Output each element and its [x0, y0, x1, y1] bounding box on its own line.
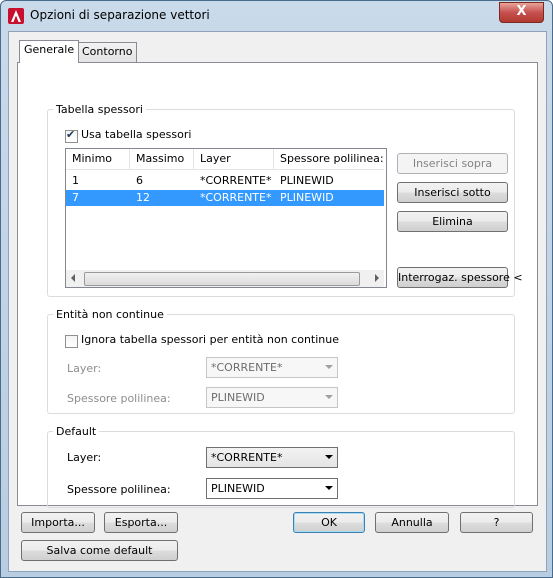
cancel-button[interactable]: Annulla: [375, 512, 449, 533]
column-header-spessore[interactable]: Spessore polilinea:: [274, 149, 384, 169]
chevron-down-icon: [325, 455, 333, 459]
save-as-default-button[interactable]: Salva come default: [21, 540, 178, 561]
import-button[interactable]: Importa...: [21, 512, 95, 533]
cell-minimo: 7: [72, 191, 79, 204]
default-group-title: Default: [56, 425, 97, 438]
table-row-selected[interactable]: 7 12 *CORRENTE* PLINEWID: [66, 190, 384, 206]
scrollbar-thumb[interactable]: [84, 272, 360, 286]
column-header-massimo[interactable]: Massimo: [130, 149, 194, 169]
column-header-layer[interactable]: Layer: [194, 149, 274, 169]
use-weights-table-checkbox[interactable]: [65, 128, 78, 143]
default-layer-value: *CORRENTE*: [211, 451, 283, 464]
noncontinuous-layer-combo[interactable]: *CORRENTE*: [206, 357, 338, 378]
title-bar[interactable]: Opzioni di separazione vettori X: [1, 1, 552, 31]
default-layer-dropdown[interactable]: *CORRENTE*: [206, 447, 338, 468]
default-width-combo[interactable]: PLINEWID: [206, 478, 338, 499]
insert-below-button[interactable]: Inserisci sotto: [397, 182, 508, 203]
cell-minimo: 1: [72, 174, 79, 187]
default-width-value: PLINEWID: [211, 482, 265, 495]
horizontal-scrollbar[interactable]: [66, 270, 384, 287]
ignore-noncontinuous-label: Ignora tabella spessori per entità non c…: [81, 333, 340, 346]
scroll-left-icon[interactable]: [71, 274, 75, 282]
ignore-noncontinuous-checkbox[interactable]: [65, 335, 78, 348]
noncontinuous-layer-value: *CORRENTE*: [211, 361, 283, 374]
tab-contorno[interactable]: Contorno: [77, 42, 138, 63]
export-button[interactable]: Esporta...: [104, 512, 178, 533]
noncontinuous-width-combo[interactable]: PLINEWID: [206, 387, 338, 408]
delete-button[interactable]: Elimina: [397, 211, 508, 232]
noncontinuous-group-title: Entità non continue: [56, 308, 164, 321]
tab-generale[interactable]: Generale: [19, 40, 80, 63]
cell-layer: *CORRENTE*: [200, 191, 272, 204]
cell-massimo: 12: [136, 191, 150, 204]
ok-button[interactable]: OK: [293, 512, 365, 533]
chevron-down-icon: [325, 486, 333, 490]
autocad-logo-icon: [8, 8, 24, 24]
insert-above-button[interactable]: Inserisci sopra: [397, 153, 508, 174]
noncontinuous-layer-label: Layer:: [67, 362, 102, 375]
column-header-minimo[interactable]: Minimo: [66, 149, 130, 169]
scroll-right-icon[interactable]: [375, 274, 379, 282]
close-button[interactable]: X: [499, 2, 544, 23]
weights-table-group-title: Tabella spessori: [56, 103, 143, 116]
help-button[interactable]: ?: [460, 512, 533, 533]
dialog-window: Opzioni di separazione vettori X General…: [0, 0, 553, 578]
table-row[interactable]: 1 6 *CORRENTE* PLINEWID: [66, 173, 384, 189]
weights-table[interactable]: Minimo Massimo Layer Spessore polilinea:…: [65, 148, 387, 288]
noncontinuous-width-value: PLINEWID: [211, 391, 265, 404]
default-layer-label: Layer:: [67, 451, 102, 464]
noncontinuous-width-label: Spessore polilinea:: [67, 392, 171, 405]
cell-spessore: PLINEWID: [280, 191, 334, 204]
cell-massimo: 6: [136, 174, 143, 187]
tab-panel-generale: Tabella spessori Usa tabella spessori Mi…: [17, 62, 538, 508]
use-weights-table-label: Usa tabella spessori: [81, 128, 192, 141]
dialog-client-area: Generale Contorno Tabella spessori Usa t…: [8, 31, 547, 572]
chevron-down-icon: [325, 395, 333, 399]
cell-layer: *CORRENTE*: [200, 174, 272, 187]
query-width-button[interactable]: Interrogaz. spessore <: [397, 267, 523, 288]
cell-spessore: PLINEWID: [280, 174, 334, 187]
chevron-down-icon: [325, 365, 333, 369]
default-width-label: Spessore polilinea:: [67, 483, 171, 496]
weights-table-header: Minimo Massimo Layer Spessore polilinea:: [66, 149, 384, 170]
window-title: Opzioni di separazione vettori: [30, 8, 210, 22]
